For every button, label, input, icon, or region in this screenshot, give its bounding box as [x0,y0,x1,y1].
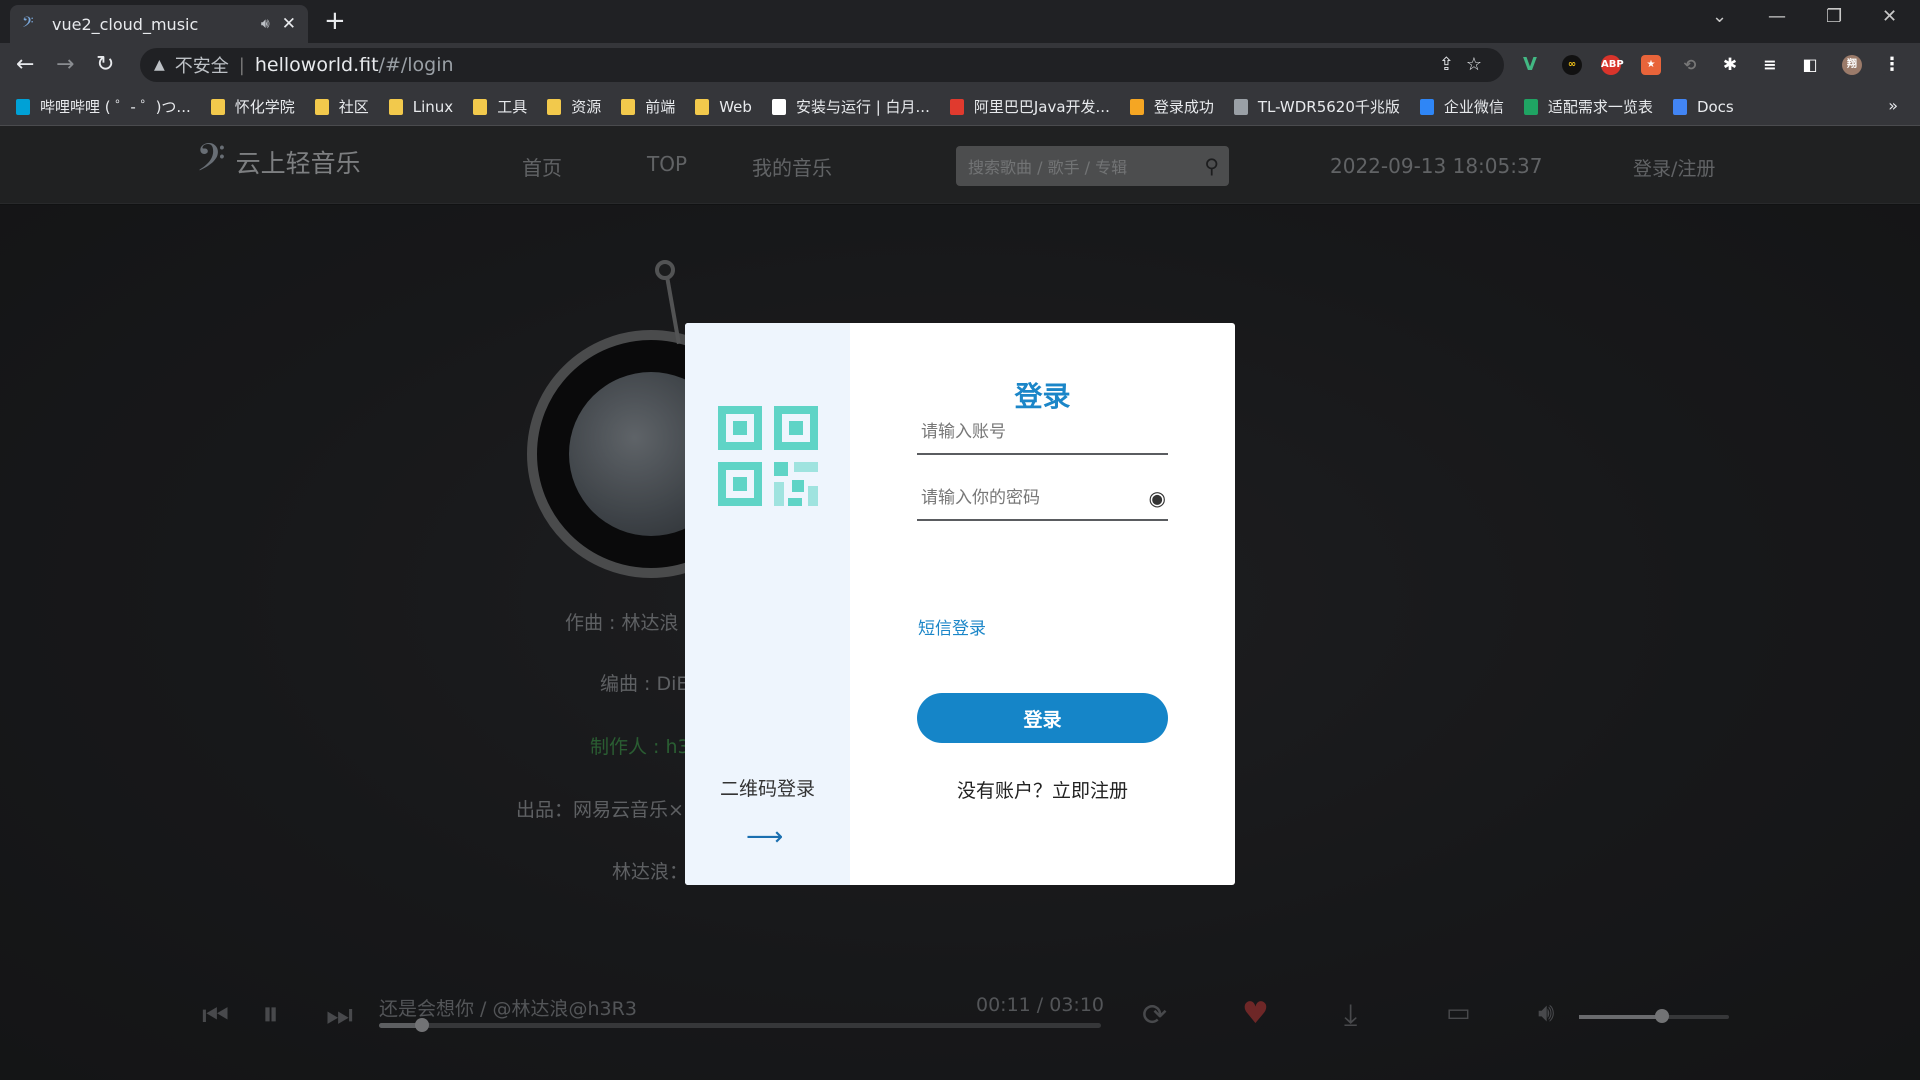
arrow-right-icon[interactable]: ⟶ [746,822,783,852]
bookmark-label: TL-WDR5620千兆版 [1257,98,1400,116]
qr-pattern [774,462,818,506]
puzzle-icon[interactable]: ✱ [1720,55,1740,75]
browser-tab[interactable]: 𝄢 vue2_cloud_music 🔊︎ ✕ [10,5,308,43]
bookmark-label: 阿里巴巴Java开发... [973,98,1110,116]
bookmark-icon [16,98,30,115]
qr-login-label[interactable]: 二维码登录 [685,774,850,801]
bookmark-item[interactable]: 企业微信 [1419,96,1504,117]
qr-finder [718,462,762,506]
bookmark-item[interactable]: Web [695,98,752,116]
avatar[interactable]: 翔 [1842,55,1862,75]
qr-code-icon[interactable] [718,406,818,506]
bookmark-item[interactable]: 工具 [473,96,527,117]
bookmark-icon [1129,98,1144,115]
bookmark-label: 前端 [645,98,676,116]
bookmark-icon [210,98,225,115]
browser-tabbar: 𝄢 vue2_cloud_music 🔊︎ ✕ + ⌄ — ❐ ✕ [0,0,1920,43]
password-input[interactable] [921,488,1131,508]
qr-finder [718,406,762,450]
menu-icon[interactable]: ⋮ [1882,55,1902,75]
tab-title: vue2_cloud_music [52,14,199,34]
restore-button[interactable]: ❐ [1826,6,1842,27]
bookmark-icon [771,98,786,115]
reload-button[interactable]: ↻ [96,52,114,77]
extension-icon[interactable]: ⟲ [1680,55,1700,75]
extension-icon[interactable]: ★ [1641,55,1661,75]
chevron-right-icon[interactable]: » [1888,96,1898,115]
account-input[interactable] [921,422,1131,442]
bookmark-icon [695,98,710,115]
browser-toolbar: ← → ↻ ▲ 不安全 | helloworld.fit /#/login ⇪ … [0,43,1920,88]
bookmarks-bar: 哔哩哔哩 ( ゜- ゜)つ... 怀化学院 社区 Linux 工具 资源 前端 Web 安装与运… [0,88,1920,126]
adblock-icon[interactable]: ABP [1601,55,1624,75]
star-icon[interactable]: ☆ [1466,54,1482,75]
minimize-button[interactable]: — [1768,6,1786,27]
bookmark-label: 工具 [497,98,528,116]
bookmark-label: Docs [1696,97,1734,116]
bookmark-label: 登录成功 [1153,98,1214,116]
bookmark-item[interactable]: Linux [388,97,454,116]
bookmark-label: 企业微信 [1443,98,1504,116]
bookmark-label: 社区 [338,98,369,116]
bookmark-icon [1523,98,1538,115]
bookmark-icon [621,98,636,115]
bookmark-item[interactable]: 登录成功 [1129,96,1214,117]
url-host: helloworld.fit [254,54,379,76]
bookmark-label: 适配需求一览表 [1547,98,1653,116]
bookmark-icon [547,98,562,115]
address-bar[interactable]: ▲ 不安全 | helloworld.fit /#/login ⇪ ☆ [140,48,1504,82]
bookmark-item[interactable]: 前端 [621,96,675,117]
vue-devtools-icon[interactable]: V [1520,55,1540,75]
music-note-icon: 𝄢 [22,13,34,35]
bookmark-label: 怀化学院 [234,98,295,116]
bookmark-item[interactable]: 资源 [547,96,601,117]
close-tab-icon[interactable]: ✕ [282,14,296,34]
back-button[interactable]: ← [16,52,34,77]
close-window-button[interactable]: ✕ [1882,6,1897,27]
bookmark-item[interactable]: 阿里巴巴Java开发... [949,96,1110,117]
url-path: /#/login [378,54,454,76]
bookmark-label: Linux [412,97,454,116]
qr-login-panel[interactable]: 二维码登录 ⟶ [685,323,850,885]
bookmark-item[interactable]: 适配需求一览表 [1523,96,1653,117]
bookmark-label: 资源 [571,98,602,116]
bookmark-icon [1419,98,1434,115]
eye-off-icon[interactable]: ◉ [1149,486,1166,510]
url-separator: | [238,54,245,76]
login-title: 登录 [1014,380,1071,413]
warning-icon[interactable]: ▲ [154,57,165,73]
media-icon[interactable]: ≡ [1760,55,1780,75]
bookmark-icon [314,98,329,115]
account-field[interactable] [917,411,1168,455]
bookmark-icon [473,98,488,115]
bookmark-item[interactable]: 哔哩哔哩 ( ゜- ゜)つ... [16,96,191,117]
insecure-label: 不安全 [174,56,229,77]
share-icon[interactable]: ⇪ [1439,54,1454,75]
sidepanel-icon[interactable]: ◧ [1800,55,1820,75]
bookmark-label: 哔哩哔哩 ( ゜- ゜)つ... [40,98,191,116]
bookmark-item[interactable]: 社区 [314,96,369,117]
bookmark-item[interactable]: Docs [1672,97,1734,116]
bookmark-label: Web [719,97,752,116]
new-tab-button[interactable]: + [324,6,346,36]
extension-icon[interactable]: ∞ [1562,55,1582,75]
login-modal: 二维码登录 ⟶ 登录 ◉ 短信登录 登录 没有账户？立即注册 [685,323,1235,885]
register-link[interactable]: 没有账户？立即注册 [850,776,1235,803]
bookmark-item[interactable]: 怀化学院 [210,96,295,117]
login-button[interactable]: 登录 [917,693,1168,743]
bookmark-item[interactable]: TL-WDR5620千兆版 [1233,96,1400,117]
chevron-down-icon[interactable]: ⌄ [1712,6,1727,27]
qr-finder [774,406,818,450]
bookmark-icon [1233,98,1248,115]
sms-login-link[interactable]: 短信登录 [918,614,986,639]
forward-button[interactable]: → [56,52,74,77]
bookmark-icon [949,98,964,115]
bookmark-icon [388,98,403,115]
password-field[interactable]: ◉ [917,477,1168,521]
bookmark-label: 安装与运行 | 白月... [795,98,930,116]
bookmark-icon [1672,98,1687,115]
speaker-icon[interactable]: 🔊︎ [261,16,270,32]
bookmark-item[interactable]: 安装与运行 | 白月... [771,96,930,117]
